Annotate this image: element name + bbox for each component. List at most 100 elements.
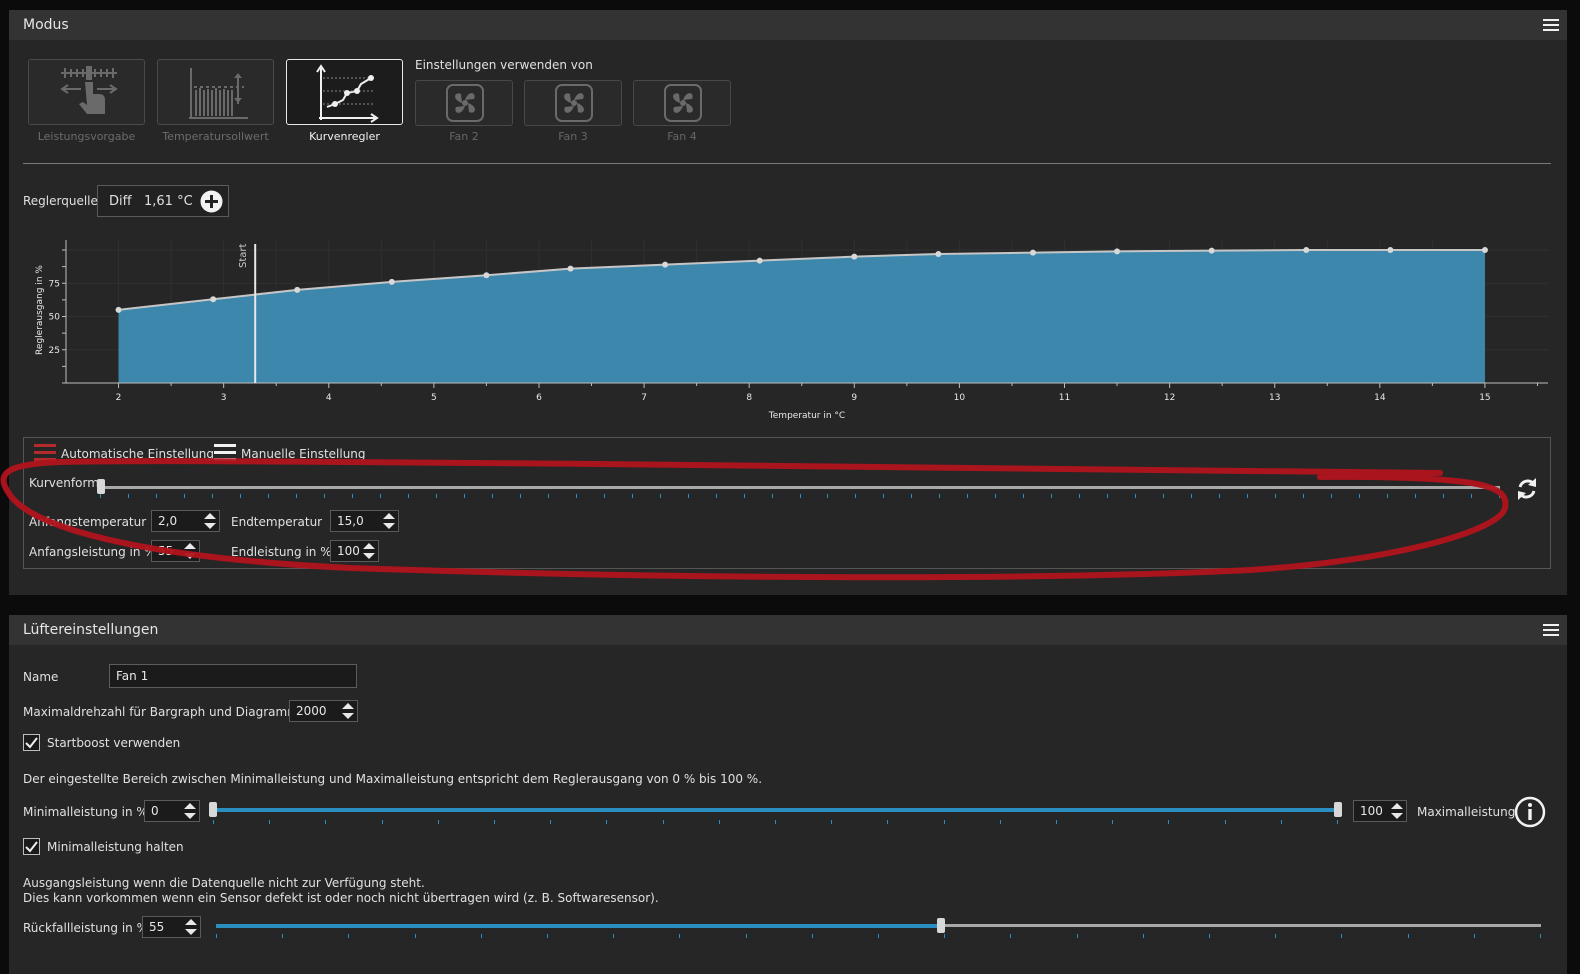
auto-setting-icon[interactable]: [34, 444, 56, 462]
stepper-arrows-icon[interactable]: [1391, 803, 1403, 819]
x-tick-label: 13: [1269, 393, 1280, 403]
mode-button-kurvenregler[interactable]: [286, 59, 403, 125]
curve-shape-slider[interactable]: [100, 486, 1500, 489]
max-power-stepper[interactable]: 100: [1353, 800, 1407, 822]
max-power-thumb[interactable]: [1334, 802, 1342, 817]
curve-point: [115, 306, 122, 313]
min-power-value: 0: [151, 804, 159, 818]
max-power-value: 100: [1360, 804, 1383, 818]
stepper-arrows-icon[interactable]: [383, 513, 395, 529]
min-power-stepper[interactable]: 0: [144, 800, 200, 822]
x-tick-label: 15: [1479, 393, 1490, 403]
curve-point: [851, 253, 858, 260]
startboost-label: Startboost verwenden: [47, 736, 181, 750]
fallback-slider-fill: [216, 924, 941, 928]
y-tick-label: 50: [49, 313, 61, 323]
stepper-arrows-icon[interactable]: [204, 513, 216, 529]
stepper-arrows-icon[interactable]: [184, 803, 196, 819]
end-power-stepper[interactable]: 100: [330, 540, 379, 562]
hold-min-checkbox[interactable]: [23, 838, 40, 855]
x-tick-label: 12: [1164, 393, 1175, 403]
max-power-label: Maximalleistung: [1417, 805, 1516, 819]
fan-panel-header: Lüftereinstellungen: [9, 615, 1567, 645]
curve-point: [935, 250, 942, 257]
fan-label-fan-4: Fan 4: [667, 130, 697, 143]
manual-setting-icon[interactable]: [214, 444, 236, 462]
fan-icon: [446, 84, 484, 122]
fallback-note-1: Ausgangsleistung wenn die Datenquelle ni…: [23, 876, 425, 890]
fan-button-fan-2[interactable]: [415, 80, 513, 126]
end-temp-label: Endtemperatur: [231, 515, 323, 529]
refresh-icon[interactable]: [1516, 477, 1538, 501]
x-axis-label: Temperatur in °C: [768, 411, 845, 421]
fallback-stepper[interactable]: 55: [142, 916, 201, 938]
info-icon[interactable]: [1514, 796, 1546, 828]
source-label: Reglerquelle: [23, 194, 98, 208]
y-tick-label: 75: [49, 279, 60, 289]
source-selector[interactable]: Diff 1,61 °C: [97, 185, 229, 217]
start-temp-value: 2,0: [158, 514, 178, 528]
stepper-arrows-icon[interactable]: [363, 543, 375, 559]
curve-point: [662, 261, 669, 268]
stepper-arrows-icon[interactable]: [342, 703, 354, 719]
bar-target-icon: [189, 68, 248, 119]
curve-chart-icon: [316, 64, 379, 123]
mode-panel-title: Modus: [23, 17, 69, 33]
power-range-slider[interactable]: [213, 808, 1338, 812]
section-divider: [23, 163, 1551, 164]
x-tick-label: 10: [954, 393, 966, 403]
curve-point: [1114, 248, 1121, 255]
x-tick-label: 2: [116, 393, 122, 403]
auto-setting-label[interactable]: Automatische Einstellung: [61, 447, 214, 461]
mode-button-temperatursollwert[interactable]: [157, 59, 274, 125]
fallback-ticks: [216, 934, 1541, 938]
x-tick-label: 7: [641, 393, 647, 403]
y-axis-label: Reglerausgang in %: [35, 265, 45, 355]
x-tick-label: 11: [1059, 393, 1070, 403]
mode-label-temperatursollwert: Temperatursollwert: [162, 130, 269, 143]
start-temp-label: Anfangstemperatur: [29, 515, 147, 529]
y-tick-label: 25: [49, 346, 60, 356]
start-power-stepper[interactable]: 55: [151, 540, 200, 562]
startboost-checkbox[interactable]: [23, 734, 40, 751]
check-icon: [25, 841, 38, 853]
fan-button-fan-3[interactable]: [524, 80, 622, 126]
plus-circle-icon[interactable]: [200, 190, 223, 213]
hamburger-menu-icon[interactable]: [1543, 18, 1559, 32]
end-power-label: Endleistung in %: [231, 545, 332, 559]
fan-panel-title: Lüftereinstellungen: [23, 622, 159, 638]
curve-shape-ticks: [100, 494, 1500, 498]
name-label: Name: [23, 670, 59, 684]
stepper-arrows-icon[interactable]: [184, 543, 196, 559]
x-tick-label: 5: [431, 393, 437, 403]
mode-button-leistungsvorgabe[interactable]: [28, 59, 145, 125]
start-temp-stepper[interactable]: 2,0: [151, 510, 220, 532]
curve-point: [1481, 247, 1488, 253]
curve-chart: 2 3 4 5 6 7 8 9 10 11 12 13 14 15 25 50 75 Start Tempera…: [35, 240, 1548, 421]
max-rpm-label: Maximaldrehzahl für Bargraph und Diagram…: [23, 705, 299, 719]
mode-label-leistungsvorgabe: Leistungsvorgabe: [37, 130, 136, 143]
hamburger-menu-icon[interactable]: [1543, 623, 1559, 637]
source-value: 1,61 °C: [144, 194, 193, 209]
curve-shape-slider-thumb[interactable]: [97, 479, 105, 494]
max-rpm-stepper[interactable]: 2000: [289, 700, 358, 722]
end-temp-stepper[interactable]: 15,0: [330, 510, 399, 532]
fan-label-fan-2: Fan 2: [449, 130, 479, 143]
min-power-thumb[interactable]: [209, 802, 217, 817]
x-tick-label: 3: [221, 393, 227, 403]
stepper-arrows-icon[interactable]: [185, 919, 197, 935]
mode-label-kurvenregler: Kurvenregler: [309, 130, 380, 143]
curve-point: [388, 278, 395, 285]
manual-setting-label[interactable]: Manuelle Einstellung: [241, 447, 366, 461]
fallback-slider-thumb[interactable]: [937, 918, 945, 933]
hold-min-label: Minimalleistung halten: [47, 840, 184, 854]
min-power-label: Minimalleistung in %: [23, 805, 148, 819]
range-note: Der eingestellte Bereich zwischen Minima…: [23, 772, 763, 786]
name-input[interactable]: Fan 1: [109, 664, 357, 688]
fan-button-fan-4[interactable]: [633, 80, 731, 126]
x-tick-label: 8: [746, 393, 752, 403]
fan-icon: [555, 84, 593, 122]
start-power-label: Anfangsleistung in %: [29, 545, 156, 559]
curve-point: [756, 257, 763, 264]
x-tick-label: 4: [326, 393, 332, 403]
